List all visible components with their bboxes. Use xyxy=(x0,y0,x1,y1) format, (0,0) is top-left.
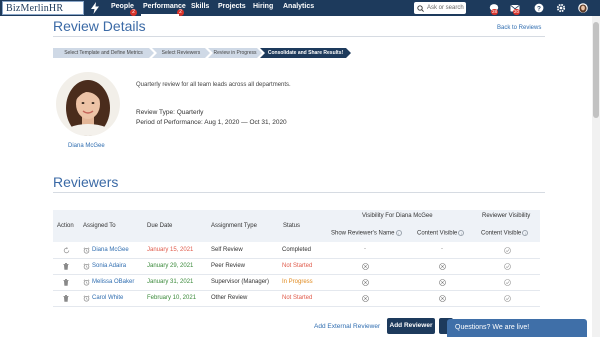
reviewer-name[interactable]: Melissa OBaker xyxy=(92,279,134,285)
scrollbar-thumb[interactable] xyxy=(593,22,599,118)
due-date: January 29, 2021 xyxy=(147,263,194,269)
col-visibility-group: Visibility For Diana McGee xyxy=(362,213,433,219)
add-reviewer-button[interactable]: Add Reviewer xyxy=(387,318,435,334)
reviewer-name[interactable]: Diana McGee xyxy=(92,247,129,253)
status: Completed xyxy=(282,247,312,253)
x-circle-icon[interactable] xyxy=(362,263,369,270)
reviewer-name[interactable]: Sonia Adaira xyxy=(92,263,126,269)
search-icon xyxy=(417,4,424,12)
reviewee-name[interactable]: Diana McGee xyxy=(68,143,105,149)
alarm-clock-icon xyxy=(83,263,90,270)
col-show-reviewer-name: Show Reviewer's Name i xyxy=(331,230,402,237)
live-chat-widget[interactable]: Questions? We are live! xyxy=(447,319,587,337)
lightning-icon[interactable] xyxy=(90,2,100,14)
nav-hiring[interactable]: Hiring xyxy=(253,3,273,10)
trash-icon[interactable] xyxy=(63,263,69,270)
col-status: Status xyxy=(283,223,301,229)
x-circle-icon[interactable] xyxy=(439,279,446,286)
assignment-type: Peer Review xyxy=(211,263,246,269)
assignment-type: Self Review xyxy=(211,247,243,253)
col-content-visible-label: Content Visible xyxy=(417,230,458,237)
nav-analytics[interactable]: Analytics xyxy=(283,3,314,10)
mail-badge: 20 xyxy=(513,9,521,15)
help-icon[interactable]: ? xyxy=(534,3,544,13)
col-content-visible: Content Visible i xyxy=(417,230,465,237)
table-row: Diana McGee January 15, 2021 Self Review… xyxy=(53,243,540,259)
trash-icon[interactable] xyxy=(63,295,69,302)
x-circle-icon[interactable] xyxy=(439,263,446,270)
check-circle-icon[interactable] xyxy=(504,279,511,286)
search-box[interactable]: Ask or search xyxy=(414,2,466,14)
check-circle-icon[interactable] xyxy=(504,247,511,254)
col-reviewer-visibility: Reviewer Visibility xyxy=(482,213,531,219)
x-circle-icon[interactable] xyxy=(439,295,446,302)
step-review-in-progress[interactable]: Review in Progress xyxy=(208,48,262,58)
svg-text:?: ? xyxy=(537,5,541,12)
col-assigned-to: Assigned To xyxy=(83,223,116,229)
col-content-visible-2-label: Content Visible xyxy=(481,230,522,237)
alarm-clock-icon xyxy=(83,295,90,302)
alarm-clock-icon xyxy=(83,247,90,254)
info-icon[interactable]: i xyxy=(522,230,529,236)
back-to-reviews-link[interactable]: Back to Reviews xyxy=(497,25,541,31)
page-title: Review Details xyxy=(53,18,146,34)
info-icon[interactable]: i xyxy=(458,230,465,236)
table-row: Melissa OBaker January 31, 2021 Supervis… xyxy=(53,275,540,291)
assignment-type: Other Review xyxy=(211,295,248,301)
status: In Progress xyxy=(282,279,313,285)
step-consolidate-share[interactable]: Consolidate and Share Results! xyxy=(260,48,351,58)
nav-people-badge: 2 xyxy=(130,9,137,16)
user-avatar-icon[interactable] xyxy=(578,3,588,13)
nav-skills[interactable]: Skills xyxy=(191,3,209,10)
nav-projects[interactable]: Projects xyxy=(218,3,246,10)
col-due-date: Due Date xyxy=(147,223,173,229)
nav-active-indicator xyxy=(141,14,179,16)
show-name-value: - xyxy=(364,246,366,252)
check-circle-icon[interactable] xyxy=(504,295,511,302)
profile-photo xyxy=(56,72,120,136)
messages-badge: 28 xyxy=(491,9,499,15)
app-logo[interactable]: BizMerlinHR xyxy=(2,1,84,15)
status: Not Started xyxy=(282,263,313,269)
review-description: Quarterly review for all team leads acro… xyxy=(136,82,291,88)
review-period: Period of Performance: Aug 1, 2020 — Oct… xyxy=(136,119,287,126)
col-assignment-type: Assignment Type xyxy=(211,223,257,229)
col-content-visible-2: Content Visible i xyxy=(481,230,529,237)
due-date: January 15, 2021 xyxy=(147,247,194,253)
step-select-template[interactable]: Select Template and Define Metrics xyxy=(53,48,154,58)
gear-icon[interactable] xyxy=(556,3,566,13)
col-action: Action xyxy=(57,223,74,229)
reviewer-name[interactable]: Carol White xyxy=(92,295,123,301)
assignment-type: Supervisor (Manager) xyxy=(211,279,270,285)
step-select-reviewers[interactable]: Select Reviewers xyxy=(152,48,210,58)
content-visible-value: - xyxy=(441,246,443,252)
x-circle-icon[interactable] xyxy=(362,295,369,302)
add-external-reviewer-link[interactable]: Add External Reviewer xyxy=(314,323,380,330)
review-type: Review Type: Quarterly xyxy=(136,109,204,116)
reviewers-section-title: Reviewers xyxy=(53,174,119,190)
logo-text: BizMerlinHR xyxy=(6,2,64,14)
undo-icon[interactable] xyxy=(63,247,70,254)
search-placeholder: Ask or search xyxy=(427,5,464,11)
due-date: February 10, 2021 xyxy=(147,295,197,301)
header-divider xyxy=(53,36,545,37)
x-circle-icon[interactable] xyxy=(362,279,369,286)
col-show-reviewer-name-label: Show Reviewer's Name xyxy=(331,230,395,237)
table-row: Carol White February 10, 2021 Other Revi… xyxy=(53,291,540,307)
alarm-clock-icon xyxy=(83,279,90,286)
table-row: Sonia Adaira January 29, 2021 Peer Revie… xyxy=(53,259,540,275)
status: Not Started xyxy=(282,295,313,301)
due-date: January 31, 2021 xyxy=(147,279,194,285)
trash-icon[interactable] xyxy=(63,279,69,286)
check-circle-icon[interactable] xyxy=(504,263,511,270)
info-icon[interactable]: i xyxy=(395,230,402,236)
reviewers-divider xyxy=(53,192,545,193)
